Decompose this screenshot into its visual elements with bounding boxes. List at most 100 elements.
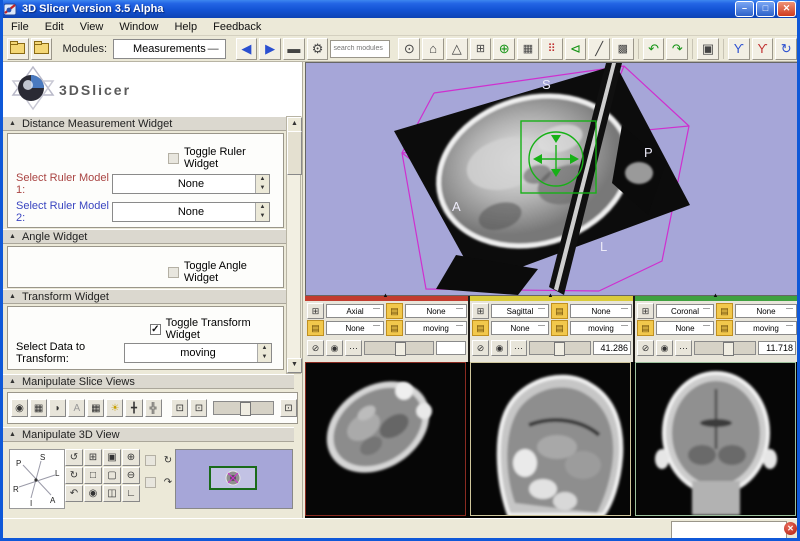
- module-selector[interactable]: Measurements —: [113, 38, 226, 59]
- module-search-input[interactable]: [330, 39, 391, 58]
- ruler-model-1-combo[interactable]: None ▲ ▼: [112, 174, 270, 194]
- scroll-up-button[interactable]: ▲: [287, 117, 302, 132]
- slice-visibility-button[interactable]: ◉: [326, 340, 343, 356]
- link-slices-button[interactable]: ⊘: [307, 340, 324, 356]
- minimize-button[interactable]: –: [735, 1, 754, 17]
- panel-scrollbar[interactable]: ▲ ▼: [286, 116, 302, 374]
- foreground-layer-icon[interactable]: ▤: [386, 303, 403, 319]
- slice-options-button[interactable]: ⊞: [307, 303, 324, 319]
- snapshot-button[interactable]: ▣: [103, 449, 121, 466]
- home-module-button[interactable]: ⌂: [422, 37, 444, 60]
- axial-background-combo[interactable]: moving —: [405, 321, 467, 335]
- toggle-ruler-checkbox[interactable]: [168, 152, 179, 164]
- slice-grid-button[interactable]: ╋: [125, 399, 143, 417]
- label-layer-icon[interactable]: ▤: [307, 320, 324, 336]
- axial-orientation-combo[interactable]: Axial —: [326, 304, 384, 318]
- ruler-model-2-combo[interactable]: None ▲ ▼: [112, 202, 270, 222]
- coronal-offset-slider[interactable]: [694, 341, 756, 356]
- coronal-background-combo[interactable]: moving —: [735, 321, 797, 335]
- transform-data-combo[interactable]: moving ▲ ▼: [124, 343, 272, 363]
- coronal-label-combo[interactable]: None —: [656, 321, 714, 335]
- zoom-out-button[interactable]: ⊖: [122, 467, 140, 484]
- distance-widget-header[interactable]: ▲ Distance Measurement Widget: [3, 116, 286, 131]
- editor-button[interactable]: ▩: [612, 37, 634, 60]
- label-layer-icon[interactable]: ▤: [637, 320, 654, 336]
- center-view-button[interactable]: ⊞: [84, 449, 102, 466]
- settings-button[interactable]: ⚙: [306, 37, 329, 60]
- foreground-layer-icon[interactable]: ▤: [716, 303, 733, 319]
- menu-item-window[interactable]: Window: [111, 20, 166, 34]
- find-module-button[interactable]: ⊙: [398, 37, 421, 60]
- axial-viewport[interactable]: [305, 362, 466, 516]
- save-scene-button[interactable]: [30, 37, 53, 60]
- refresh-button[interactable]: ↻: [775, 37, 797, 60]
- menu-item-feedback[interactable]: Feedback: [205, 20, 269, 34]
- sagittal-label-combo[interactable]: None —: [491, 321, 549, 335]
- yaw-button[interactable]: ↻: [65, 467, 83, 484]
- axial-label-combo[interactable]: None —: [326, 321, 384, 335]
- layout-button[interactable]: ▬: [282, 37, 305, 60]
- person-blue-button[interactable]: ϒ: [727, 37, 750, 60]
- coronal-offset-value[interactable]: 11.718: [758, 341, 796, 355]
- slice-visibility-button[interactable]: ◉: [491, 340, 508, 356]
- foreground-layer-icon[interactable]: ▤: [551, 303, 568, 319]
- background-toggle-button[interactable]: ⊡: [279, 399, 297, 417]
- slice-views-header[interactable]: ▲ Manipulate Slice Views: [3, 374, 294, 389]
- background-layer-icon[interactable]: ▤: [716, 320, 733, 336]
- axial-offset-value[interactable]: [436, 341, 466, 355]
- redo-button[interactable]: ↷: [666, 37, 689, 60]
- stereo-button[interactable]: ◫: [103, 485, 121, 502]
- menu-item-view[interactable]: View: [72, 20, 112, 34]
- slice-menu-button[interactable]: ⋯: [345, 340, 362, 356]
- zoom-in-button[interactable]: ⊕: [122, 449, 140, 466]
- screenshot-button[interactable]: ▣: [697, 37, 719, 60]
- scroll-down-button[interactable]: ▼: [287, 358, 302, 373]
- screen-capture-button[interactable]: ⊲: [564, 37, 587, 60]
- slice-opacity-slider[interactable]: [213, 401, 274, 416]
- toggle-transform-checkbox[interactable]: ✓: [150, 323, 161, 335]
- module-back-button[interactable]: ◀: [235, 37, 258, 60]
- slice-move-button[interactable]: ╬: [144, 399, 162, 417]
- slider-thumb[interactable]: [240, 402, 252, 416]
- scroll-thumb[interactable]: [287, 131, 302, 175]
- fit-window-button[interactable]: ⊡: [171, 399, 189, 417]
- toggle-angle-checkbox[interactable]: [168, 266, 179, 278]
- sagittal-color-bar[interactable]: ▲: [470, 293, 633, 301]
- maximize-button[interactable]: □: [756, 1, 775, 17]
- background-layer-icon[interactable]: ▤: [551, 320, 568, 336]
- label-layer-icon[interactable]: ▤: [472, 320, 489, 336]
- camera-button[interactable]: ▢: [103, 467, 121, 484]
- coronal-color-bar[interactable]: ▲: [635, 293, 797, 301]
- menu-item-file[interactable]: File: [3, 20, 37, 34]
- ruler-3d-button[interactable]: ∟: [122, 485, 140, 502]
- sagittal-foreground-combo[interactable]: None —: [570, 304, 632, 318]
- crosshair-button[interactable]: ⊕: [493, 37, 516, 60]
- link-slices-button[interactable]: ⊘: [472, 340, 489, 356]
- fiducial-list-button[interactable]: ⠿: [540, 37, 563, 60]
- error-log-button[interactable]: ✕: [784, 522, 797, 535]
- sagittal-offset-slider[interactable]: [529, 341, 591, 356]
- slice-menu-button[interactable]: ⋯: [510, 340, 527, 356]
- menu-item-edit[interactable]: Edit: [37, 20, 72, 34]
- person-red-button[interactable]: ϒ: [751, 37, 774, 60]
- bounding-box-button[interactable]: □: [84, 467, 102, 484]
- view3d-header[interactable]: ▲ Manipulate 3D View: [3, 427, 294, 442]
- viewer-3d[interactable]: S P L A: [305, 62, 797, 296]
- slice-layout-button[interactable]: ▦: [30, 399, 48, 417]
- sagittal-orientation-combo[interactable]: Sagittal —: [491, 304, 549, 318]
- roll-button[interactable]: ↶: [65, 485, 83, 502]
- slice-options-button[interactable]: ⊞: [472, 303, 489, 319]
- load-scene-button[interactable]: [7, 37, 29, 60]
- background-layer-icon[interactable]: ▤: [386, 320, 403, 336]
- axial-color-bar[interactable]: ▲: [305, 293, 468, 301]
- view3d-module-button[interactable]: △: [445, 37, 468, 60]
- undo-button[interactable]: ↶: [642, 37, 665, 60]
- menu-item-help[interactable]: Help: [166, 20, 205, 34]
- sagittal-viewport[interactable]: [470, 362, 631, 517]
- sagittal-offset-value[interactable]: 41.286: [593, 341, 631, 355]
- navigation-preview[interactable]: [175, 449, 293, 509]
- transform-widget-header[interactable]: ▲ Transform Widget: [3, 289, 286, 304]
- fiducials-button[interactable]: ⊞: [469, 37, 492, 60]
- fit-image-button[interactable]: ⊡: [190, 399, 208, 417]
- slice-visibility-button[interactable]: ◉: [656, 340, 673, 356]
